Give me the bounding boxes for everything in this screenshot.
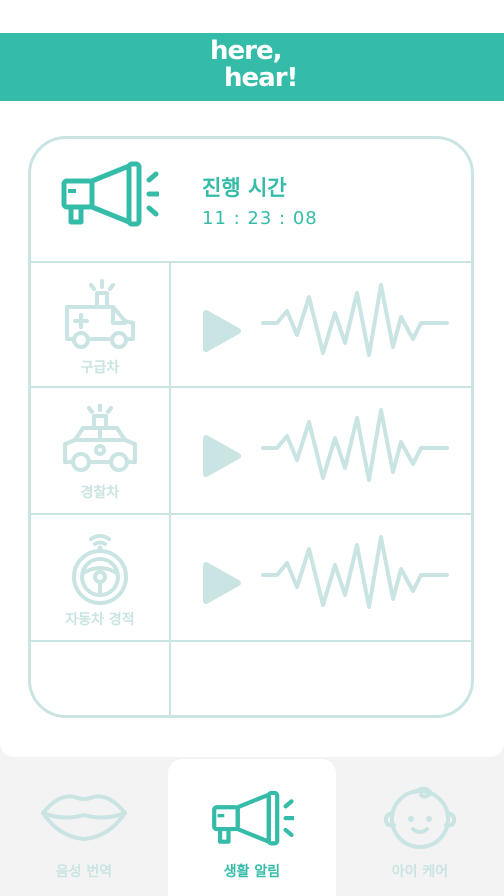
alert-label-police: 경찰차 bbox=[80, 485, 120, 501]
ambulance-icon bbox=[65, 279, 135, 349]
alert-row-police: 경찰차 bbox=[31, 388, 471, 513]
divider bbox=[31, 640, 471, 642]
steering-wheel-icon bbox=[72, 534, 128, 605]
sound-wave-icon bbox=[261, 535, 449, 609]
logo-line-2: hear! bbox=[224, 63, 298, 93]
sound-wave-icon bbox=[261, 408, 449, 482]
play-icon[interactable] bbox=[202, 309, 242, 353]
tab-label: 음성 번역 bbox=[55, 864, 113, 880]
sound-wave-icon bbox=[261, 283, 449, 357]
tab-daily-alerts[interactable]: 생활 알림 bbox=[168, 759, 336, 896]
tab-label: 아이 케어 bbox=[391, 864, 449, 880]
baby-face-icon bbox=[383, 786, 457, 849]
lips-icon bbox=[41, 794, 127, 841]
play-icon[interactable] bbox=[202, 561, 242, 605]
tab-label: 생활 알림 bbox=[223, 864, 281, 880]
megaphone-icon bbox=[212, 790, 296, 846]
alert-row-ambulance: 구급차 bbox=[31, 263, 471, 388]
status-section: 진행 시간 11 : 23 : 08 bbox=[31, 139, 471, 263]
alert-label-ambulance: 구급차 bbox=[80, 360, 120, 376]
alert-label-horn: 자동차 경적 bbox=[65, 612, 135, 628]
elapsed-time-label: 진행 시간 bbox=[202, 176, 287, 200]
elapsed-time-value: 11 : 23 : 08 bbox=[202, 208, 318, 229]
alert-row-horn: 자동차 경적 bbox=[31, 515, 471, 640]
megaphone-icon bbox=[61, 161, 159, 227]
police-car-icon bbox=[63, 404, 137, 472]
play-icon[interactable] bbox=[202, 434, 242, 478]
logo-line-1: here, bbox=[210, 36, 282, 66]
tab-voice-translation[interactable]: 음성 번역 bbox=[0, 757, 168, 896]
app-logo: here, hear! bbox=[210, 36, 298, 93]
tab-child-care[interactable]: 아이 케어 bbox=[336, 757, 504, 896]
alerts-panel: 진행 시간 11 : 23 : 08 구급차 경찰차 자동차 경적 bbox=[28, 136, 474, 718]
